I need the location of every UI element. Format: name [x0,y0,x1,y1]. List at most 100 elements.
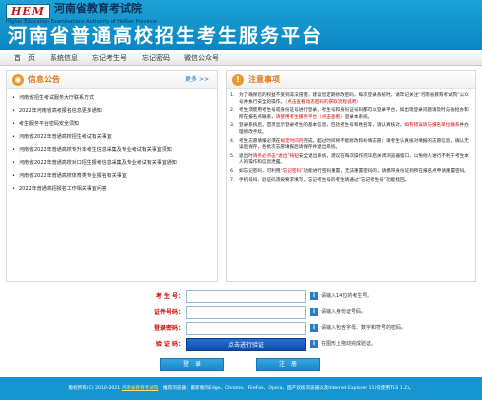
notice-number: 4. [230,138,235,144]
announcement-text: 河南省2022年普通高校体育类专业报名有关事宜 [19,173,127,179]
announcement-text: 河南省招生考试服务大厅联系方式 [19,95,95,101]
announcement-item[interactable]: • 河南省2022年普通高校专升本考生信息采集及专业考试有关事宜须知 [7,147,217,154]
notice-highlight[interactable]: 请使用考生服务平台（点击查看） [276,115,345,120]
password-hint: i 请输入包含字母、数字和符号的密码。 [310,322,406,335]
announcement-item[interactable]: • 2022年普通高招报名工作相关事宜问答 [7,186,217,193]
announcement-text: 河南省2022年普通高校招生考试有关事宜 [19,134,112,140]
notice-number: 5. [230,153,235,159]
bullet-icon: • [12,186,15,192]
announcement-item[interactable]: • 河南省2022年普通高校招生考试有关事宜 [7,134,217,141]
notice-highlight: 请务必点击“退出”按钮 [252,153,299,159]
exam-no-label: 考 生 号： [155,293,184,300]
app-root: HEM 河南省教育考试院 Higher Education Examinatio… [0,0,482,400]
notice-item: 5. 退出时请务必点击“退出”按钮安全退出系统，建议在每次操作完毕后关闭浏览器窗口… [227,154,475,167]
authority-name: 河南省教育考试院 [54,2,142,15]
announcement-text: 河南省2022年普通高校专升本考生信息采集及专业考试有关事宜须知 [19,147,172,153]
top-nav: 首 页 系统信息 忘记考生号 忘记密码 微信公众号 [0,50,482,66]
bullet-icon: • [12,147,15,153]
announcement-panel: ◉ 信息公告 更多 >> • 河南省招生考试服务大厅联系方式 • 2022年河南省高… [6,70,218,282]
notice-list: 1. 为了确保您的权益不受到非法侵害，建议您定期修改密码，每次登录系统时，请牢记关… [227,93,475,186]
notice-number: 2. [230,108,235,114]
announcement-header: ◉ 信息公告 更多 >> [7,71,217,89]
password-label: 登录密码： [153,325,184,332]
notice-title: 注意事项 [248,75,280,84]
captcha-verify-button[interactable]: 点击进行验证 [186,338,306,351]
notice-panel: ! 注意事项 1. 为了确保您的权益不受到非法侵害，建议您定期修改密码，每次登录系… [226,70,476,282]
notice-item: 4. 考生志愿填报必须在规定时间内完成，超过时间将不能修改和补填志愿；请考生认真核… [227,139,475,152]
bullet-icon: • [12,95,15,101]
exam-no-hint: i 请输入14位的考生号。 [310,290,372,303]
announcement-text: 河南省2022年普通高校对口招生报考信息采集及专业考试有关事宜通知 [19,160,177,166]
id-label: 证件号码： [153,309,184,316]
info-icon: i [310,307,318,316]
login-form: 考 生 号： i 请输入14位的考生号。 证件号码： i 请输入身份证号码。 登录密… [0,282,482,372]
hem-logo: HEM [6,4,50,19]
hint-text: 请输入14位的考生号。 [321,293,373,299]
bullet-icon: • [12,173,15,179]
notice-text: 考生志愿填报必须在 [239,138,281,144]
info-icon: i [310,339,318,348]
notice-text: 登录系统后，首页显示登录考生的基本信息，包括考生号和姓名等，请认真核对， [239,123,405,129]
nav-home[interactable]: 首 页 [14,50,35,66]
notice-number: 6. [230,168,235,174]
browser-note: 推荐浏览器：最新版的Edge、Chrome、FireFox、Opera、国产双核… [158,386,414,391]
notice-number: 3. [230,123,235,129]
bullet-icon: • [12,160,15,166]
notice-item: 7. 手机号码、验证码须按要求填写，忘记考生号的考生请通过“忘记考生号”功能找回。 [227,178,475,185]
announcement-list: • 河南省招生考试服务大厅联系方式 • 2022年河南省高考报名信息更多通知 • 考生… [7,95,217,199]
notice-text: 手机号码、验证码须按要求填写，忘记考生号的考生请通过“忘记考生号”功能找回。 [239,177,410,183]
notice-highlight: 规定时间内 [280,138,304,144]
notice-number: 7. [230,177,235,183]
megaphone-icon: ◉ [12,74,24,86]
info-icon: ! [232,74,244,86]
nav-forgot-password[interactable]: 忘记密码 [142,50,170,66]
announcement-item[interactable]: • 河南省招生考试服务大厅联系方式 [7,95,217,102]
nav-wechat[interactable]: 微信公众号 [184,50,219,66]
notice-item: 1. 为了确保您的权益不受到非法侵害，建议您定期修改密码，每次登录系统时，请牢记关… [227,93,475,106]
info-icon: i [310,291,318,300]
nav-system-info[interactable]: 系统信息 [50,50,78,66]
copyright-text: 版权所有(C) 2010-2021 [68,386,122,391]
hint-text: 在图形上拖动完成验证。 [321,341,377,347]
bullet-icon: • [12,121,15,127]
captcha-hint: i 在图形上拖动完成验证。 [310,338,376,351]
nav-forgot-exam-no[interactable]: 忘记考生号 [92,50,127,66]
announcement-item[interactable]: • 河南省2022年普通高校体育类专业报名有关事宜 [7,173,217,180]
notice-text: 功能进行密码重置，无法重置密码的，请携带身份证到所在报名点申请重置密码。 [303,168,469,174]
announcement-text: 考生服务平台密码安全须知 [19,121,80,127]
announcement-text: 2022年河南省高考报名信息更多通知 [19,108,102,114]
announcement-item[interactable]: • 河南省2022年普通高校对口招生报考信息采集及专业考试有关事宜通知 [7,160,217,167]
footer-link[interactable]: 河南省教育考试院 [122,386,159,391]
announcement-item[interactable]: • 2022年河南省高考报名信息更多通知 [7,108,217,115]
notice-number: 1. [230,93,235,98]
announcement-item[interactable]: • 考生服务平台密码安全须知 [7,121,217,128]
announcement-title: 信息公告 [28,75,60,84]
site-footer: 版权所有(C) 2010-2021 河南省教育考试院 推荐浏览器：最新版的Edg… [0,377,482,400]
notice-item: 3. 登录系统后，首页显示登录考生的基本信息，包括考生号和姓名等，请认真核对，如有… [227,123,475,136]
notice-item: 6. 如忘记密码，可利用“忘记密码”功能进行密码重置，无法重置密码的，请携带身份证… [227,169,475,176]
id-hint: i 请输入身份证号码。 [310,306,366,319]
info-icon: i [310,323,318,332]
register-button[interactable]: 注 册 [256,358,320,371]
id-number-input[interactable] [186,306,306,319]
exam-no-input[interactable] [186,290,306,303]
notice-highlight: 如有错误请与报名单位联系 [404,123,460,129]
captcha-label: 验 证 码： [155,341,184,348]
login-button[interactable]: 登 录 [160,358,224,371]
more-link[interactable]: 更多 >> [185,71,209,89]
page-title: 河南省普通高校招生考生服务平台 [8,25,324,47]
announcement-text: 2022年普通高招报名工作相关事宜问答 [19,186,107,192]
bullet-icon: • [12,108,15,114]
password-input[interactable] [186,322,306,335]
notice-header: ! 注意事项 [227,71,475,89]
notice-text: 如忘记密码，可利用 [239,168,281,174]
hint-text: 请输入身份证号码。 [321,309,367,315]
bullet-icon: • [12,134,15,140]
site-header: HEM 河南省教育考试院 Higher Education Examinatio… [0,0,482,50]
notice-text: 退出时 [239,153,253,159]
notice-highlight[interactable]: “忘记密码” [280,169,303,174]
notice-item: 2. 考生须使用考生号或身份证号进行登录，考生号和身份证号码都可以登录平台，如出现… [227,108,475,121]
hint-text: 请输入包含字母、数字和符号的密码。 [321,325,407,331]
notice-highlight[interactable]: （点击查看动态密码的获取流程说明） [285,100,361,105]
notice-text: 登录本系统。 [344,114,373,120]
